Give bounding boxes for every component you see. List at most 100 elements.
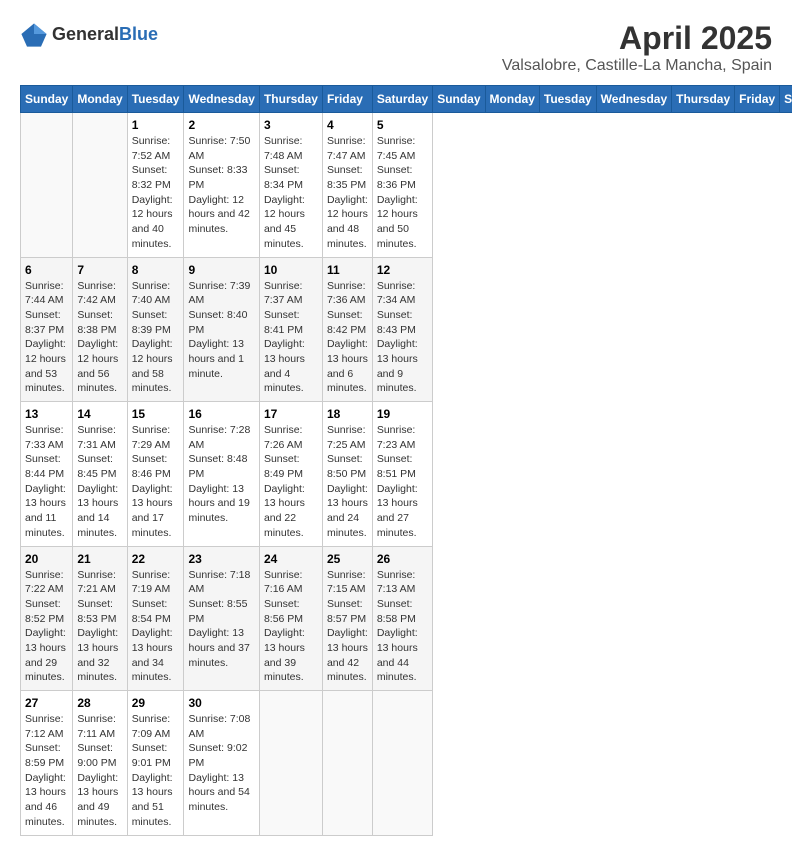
day-number: 14 (77, 407, 122, 421)
calendar-cell: 25 Sunrise: 7:15 AMSunset: 8:57 PMDayligh… (322, 546, 372, 691)
calendar-cell: 2Sunrise: 7:50 AMSunset: 8:33 PMDaylight… (184, 113, 259, 258)
calendar-cell: 18 Sunrise: 7:25 AMSunset: 8:50 PMDayligh… (322, 402, 372, 547)
day-number: 9 (188, 263, 254, 277)
day-info: Sunrise: 7:29 AMSunset: 8:46 PMDaylight:… (132, 423, 180, 541)
day-info: Sunrise: 7:45 AMSunset: 8:36 PMDaylight:… (377, 134, 428, 252)
page-header: GeneralBlue April 2025 Valsalobre, Casti… (20, 20, 772, 75)
weekday-header-friday: Friday (735, 86, 780, 113)
logo-icon (20, 20, 48, 48)
day-info: Sunrise: 7:23 AMSunset: 8:51 PMDaylight:… (377, 423, 428, 541)
day-info: Sunrise: 7:11 AMSunset: 9:00 PMDaylight:… (77, 712, 122, 830)
day-number: 10 (264, 263, 318, 277)
day-info: Sunrise: 7:47 AMSunset: 8:35 PMDaylight:… (327, 134, 368, 252)
calendar-cell: 22Sunrise: 7:19 AMSunset: 8:54 PMDayligh… (127, 546, 184, 691)
day-number: 15 (132, 407, 180, 421)
day-number: 1 (132, 118, 180, 132)
day-number: 29 (132, 696, 180, 710)
title-area: April 2025 Valsalobre, Castille-La Manch… (502, 20, 772, 75)
day-info: Sunrise: 7:13 AMSunset: 8:58 PMDaylight:… (377, 568, 428, 686)
day-number: 12 (377, 263, 428, 277)
calendar-cell: 21 Sunrise: 7:21 AMSunset: 8:53 PMDayligh… (73, 546, 127, 691)
calendar-cell: 20Sunrise: 7:22 AMSunset: 8:52 PMDayligh… (21, 546, 73, 691)
logo-text-general: General (52, 24, 119, 44)
day-number: 23 (188, 552, 254, 566)
calendar-cell: 3Sunrise: 7:48 AMSunset: 8:34 PMDaylight… (259, 113, 322, 258)
day-info: Sunrise: 7:19 AMSunset: 8:54 PMDaylight:… (132, 568, 180, 686)
calendar-cell: 23 Sunrise: 7:18 AMSunset: 8:55 PMDayligh… (184, 546, 259, 691)
logo: GeneralBlue (20, 20, 158, 48)
calendar-cell (21, 113, 73, 258)
day-number: 18 (327, 407, 368, 421)
calendar-cell: 13 Sunrise: 7:33 AMSunset: 8:44 PMDayligh… (21, 402, 73, 547)
weekday-header-sunday: Sunday (433, 86, 485, 113)
header-sunday: Sunday (21, 86, 73, 113)
calendar-cell: 8Sunrise: 7:40 AMSunset: 8:39 PMDaylight… (127, 257, 184, 402)
day-number: 6 (25, 263, 68, 277)
day-info: Sunrise: 7:25 AMSunset: 8:50 PMDaylight:… (327, 423, 368, 541)
day-info: Sunrise: 7:08 AMSunset: 9:02 PMDaylight:… (188, 712, 254, 815)
day-number: 30 (188, 696, 254, 710)
day-info: Sunrise: 7:12 AMSunset: 8:59 PMDaylight:… (25, 712, 68, 830)
calendar-cell: 29Sunrise: 7:09 AMSunset: 9:01 PMDayligh… (127, 691, 184, 836)
day-info: Sunrise: 7:37 AMSunset: 8:41 PMDaylight:… (264, 279, 318, 397)
weekday-header-tuesday: Tuesday (539, 86, 596, 113)
weekday-header-thursday: Thursday (672, 86, 735, 113)
day-number: 4 (327, 118, 368, 132)
calendar-cell: 11Sunrise: 7:36 AMSunset: 8:42 PMDayligh… (322, 257, 372, 402)
day-number: 26 (377, 552, 428, 566)
calendar-cell: 24 Sunrise: 7:16 AMSunset: 8:56 PMDayligh… (259, 546, 322, 691)
day-info: Sunrise: 7:42 AMSunset: 8:38 PMDaylight:… (77, 279, 122, 397)
day-number: 25 (327, 552, 368, 566)
calendar-cell: 5Sunrise: 7:45 AMSunset: 8:36 PMDaylight… (372, 113, 432, 258)
subtitle: Valsalobre, Castille-La Mancha, Spain (502, 57, 772, 75)
calendar-cell: 28 Sunrise: 7:11 AMSunset: 9:00 PMDayligh… (73, 691, 127, 836)
calendar-cell: 19 Sunrise: 7:23 AMSunset: 8:51 PMDayligh… (372, 402, 432, 547)
day-info: Sunrise: 7:36 AMSunset: 8:42 PMDaylight:… (327, 279, 368, 397)
calendar-cell: 30 Sunrise: 7:08 AMSunset: 9:02 PMDayligh… (184, 691, 259, 836)
day-number: 19 (377, 407, 428, 421)
calendar-cell: 17 Sunrise: 7:26 AMSunset: 8:49 PMDayligh… (259, 402, 322, 547)
day-number: 24 (264, 552, 318, 566)
day-info: Sunrise: 7:18 AMSunset: 8:55 PMDaylight:… (188, 568, 254, 671)
header-saturday: Saturday (372, 86, 432, 113)
day-info: Sunrise: 7:26 AMSunset: 8:49 PMDaylight:… (264, 423, 318, 541)
header-wednesday: Wednesday (184, 86, 259, 113)
calendar-header-row: SundayMondayTuesdayWednesdayThursdayFrid… (21, 86, 792, 113)
calendar-week-row: 1 Sunrise: 7:52 AMSunset: 8:32 PMDaylight… (21, 113, 792, 258)
calendar-cell (322, 691, 372, 836)
day-number: 17 (264, 407, 318, 421)
day-info: Sunrise: 7:52 AMSunset: 8:32 PMDaylight:… (132, 134, 180, 252)
calendar-table: SundayMondayTuesdayWednesdayThursdayFrid… (20, 85, 792, 836)
day-number: 21 (77, 552, 122, 566)
calendar-cell: 4 Sunrise: 7:47 AMSunset: 8:35 PMDaylight… (322, 113, 372, 258)
day-number: 7 (77, 263, 122, 277)
day-number: 20 (25, 552, 68, 566)
header-friday: Friday (322, 86, 372, 113)
weekday-header-saturday: Saturday (780, 86, 792, 113)
day-number: 28 (77, 696, 122, 710)
calendar-cell: 9Sunrise: 7:39 AMSunset: 8:40 PMDaylight… (184, 257, 259, 402)
calendar-cell: 14Sunrise: 7:31 AMSunset: 8:45 PMDayligh… (73, 402, 127, 547)
logo-text-blue: Blue (119, 24, 158, 44)
day-info: Sunrise: 7:44 AMSunset: 8:37 PMDaylight:… (25, 279, 68, 397)
header-thursday: Thursday (259, 86, 322, 113)
day-info: Sunrise: 7:34 AMSunset: 8:43 PMDaylight:… (377, 279, 428, 397)
calendar-cell: 6 Sunrise: 7:44 AMSunset: 8:37 PMDaylight… (21, 257, 73, 402)
calendar-week-row: 6 Sunrise: 7:44 AMSunset: 8:37 PMDaylight… (21, 257, 792, 402)
calendar-cell: 27 Sunrise: 7:12 AMSunset: 8:59 PMDayligh… (21, 691, 73, 836)
header-monday: Monday (73, 86, 127, 113)
day-number: 13 (25, 407, 68, 421)
calendar-week-row: 27 Sunrise: 7:12 AMSunset: 8:59 PMDayligh… (21, 691, 792, 836)
calendar-week-row: 20Sunrise: 7:22 AMSunset: 8:52 PMDayligh… (21, 546, 792, 691)
day-info: Sunrise: 7:21 AMSunset: 8:53 PMDaylight:… (77, 568, 122, 686)
calendar-cell: 1 Sunrise: 7:52 AMSunset: 8:32 PMDaylight… (127, 113, 184, 258)
calendar-cell: 12 Sunrise: 7:34 AMSunset: 8:43 PMDayligh… (372, 257, 432, 402)
day-info: Sunrise: 7:15 AMSunset: 8:57 PMDaylight:… (327, 568, 368, 686)
day-info: Sunrise: 7:28 AMSunset: 8:48 PMDaylight:… (188, 423, 254, 526)
day-info: Sunrise: 7:33 AMSunset: 8:44 PMDaylight:… (25, 423, 68, 541)
day-info: Sunrise: 7:50 AMSunset: 8:33 PMDaylight:… (188, 134, 254, 237)
calendar-cell (259, 691, 322, 836)
day-number: 27 (25, 696, 68, 710)
day-info: Sunrise: 7:16 AMSunset: 8:56 PMDaylight:… (264, 568, 318, 686)
weekday-header-wednesday: Wednesday (596, 86, 671, 113)
